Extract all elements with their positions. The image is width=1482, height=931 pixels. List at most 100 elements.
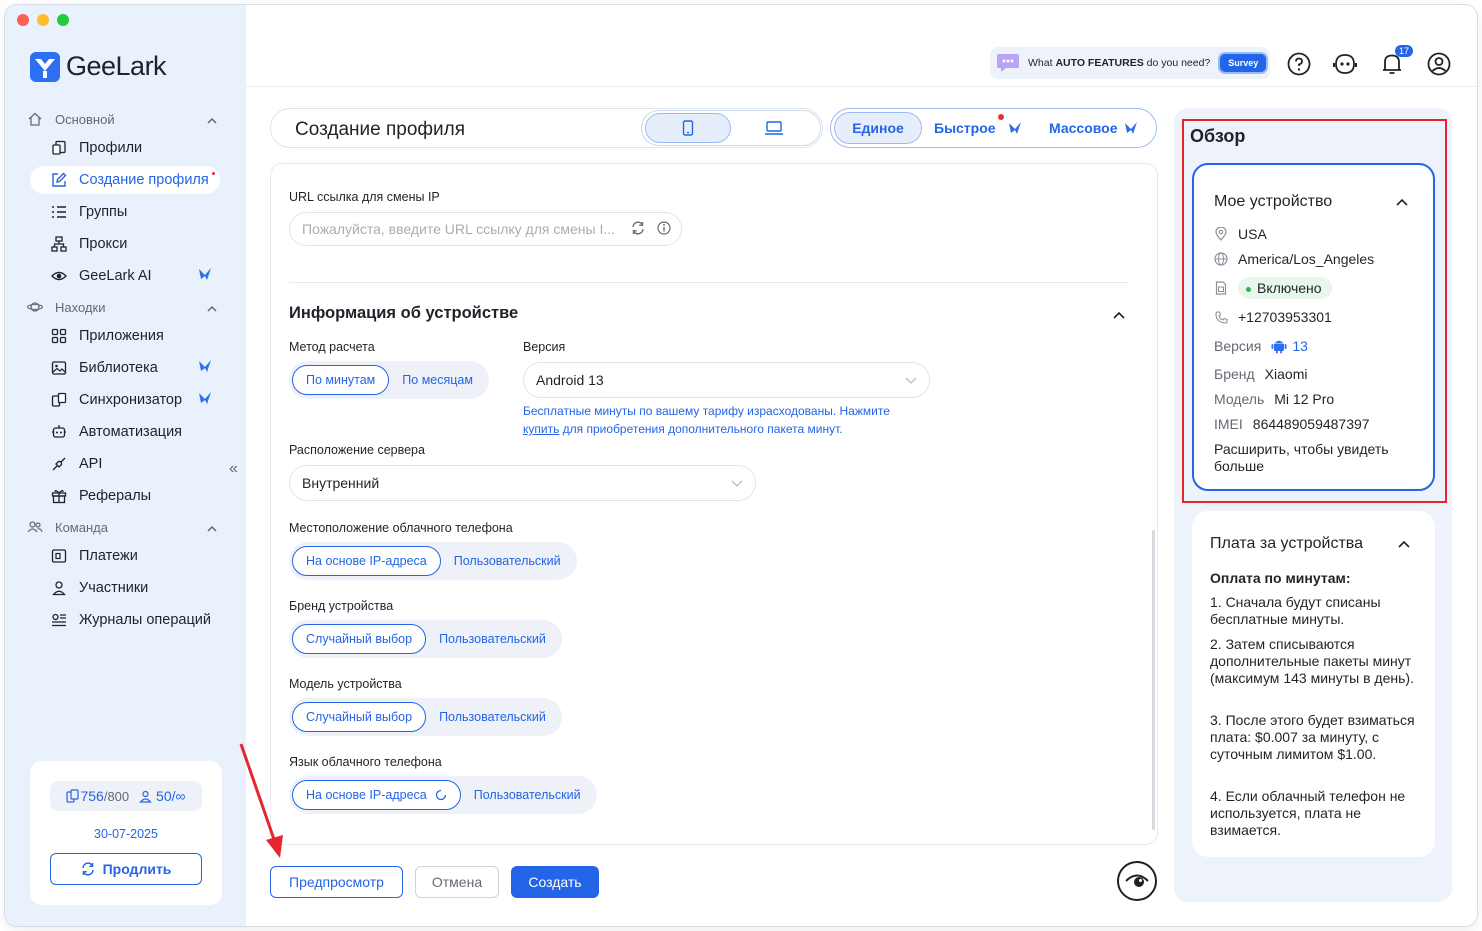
sidebar-item-label: Библиотека — [79, 360, 158, 376]
creation-mode-toggle: Единое Быстрое Массовое — [830, 108, 1157, 148]
chevron-up-icon[interactable] — [1396, 193, 1408, 209]
device-info-title: Информация об устройстве — [289, 304, 519, 322]
loading-icon — [435, 789, 446, 801]
brand-toggle: Случайный выбор Пользовательский — [289, 620, 562, 658]
renew-button[interactable]: Продлить — [50, 853, 202, 885]
help-icon[interactable] — [1286, 51, 1312, 77]
section-team[interactable]: Команда — [27, 519, 217, 535]
sidebar-item-label: Профили — [79, 140, 143, 156]
feature-badge-icon — [198, 267, 212, 285]
preview-button[interactable]: Предпросмотр — [270, 866, 403, 898]
sidebar-item-geelark-ai[interactable]: GeeLark AI — [30, 262, 220, 290]
location-ip-based[interactable]: На основе IP-адреса — [292, 546, 441, 576]
collapse-sidebar-icon[interactable]: « — [229, 460, 238, 478]
brand-random[interactable]: Случайный выбор — [292, 624, 427, 654]
survey-text: What AUTO FEATURES do you need? — [1028, 57, 1211, 69]
member-icon — [139, 790, 152, 803]
sidebar: GeeLark Основной Профили Создание профил… — [5, 5, 246, 926]
edit-icon — [50, 171, 68, 189]
billing-per-month[interactable]: По месяцам — [389, 365, 486, 395]
survey-banner[interactable]: What AUTO FEATURES do you need? Survey — [990, 47, 1270, 79]
model-label: Модель устройства — [289, 677, 402, 691]
brand-label: Бренд устройства — [289, 599, 394, 613]
minimize-window-button[interactable] — [37, 14, 49, 26]
sidebar-item-label: Прокси — [79, 236, 128, 252]
logs-icon — [50, 611, 68, 629]
logo[interactable]: GeeLark — [30, 51, 167, 82]
version-select[interactable]: Android 13 — [523, 362, 930, 398]
sidebar-item-create-profile[interactable]: Создание профиля — [30, 166, 220, 194]
sidebar-item-profiles[interactable]: Профили — [30, 134, 220, 162]
close-window-button[interactable] — [17, 14, 29, 26]
sidebar-item-apps[interactable]: Приложения — [30, 322, 220, 350]
ip-change-url-input[interactable]: Пожалуйста, введите URL ссылку для смены… — [289, 212, 682, 246]
api-plug-icon — [50, 455, 68, 473]
my-device-card: Мое устройство USA America/Los_Angeles В… — [1192, 163, 1435, 491]
url-placeholder: Пожалуйста, введите URL ссылку для смены… — [302, 221, 616, 237]
phone-type-option[interactable] — [645, 113, 731, 143]
billing-per-minute[interactable]: По минутам — [292, 365, 390, 395]
payments-icon — [50, 547, 68, 565]
laptop-type-option[interactable] — [731, 113, 817, 143]
refresh-icon[interactable] — [631, 221, 645, 235]
app-window: GeeLark Основной Профили Создание профил… — [5, 5, 1477, 926]
buy-link[interactable]: купить — [523, 422, 559, 436]
sidebar-item-referrals[interactable]: Рефералы — [30, 482, 220, 510]
section-main[interactable]: Основной — [27, 111, 217, 127]
gift-icon — [50, 487, 68, 505]
server-location-select[interactable]: Внутренний — [289, 465, 756, 501]
user-icon[interactable] — [1426, 51, 1452, 77]
survey-button[interactable]: Survey — [1220, 54, 1267, 72]
model-custom[interactable]: Пользовательский — [426, 702, 559, 732]
bell-icon[interactable]: 17 — [1379, 45, 1413, 77]
chevron-up-icon — [207, 300, 217, 315]
home-icon — [27, 111, 43, 127]
model-random[interactable]: Случайный выбор — [292, 702, 427, 732]
language-custom[interactable]: Пользовательский — [461, 780, 594, 810]
sidebar-item-label: Создание профиля — [79, 172, 209, 188]
laptop-icon — [765, 121, 783, 135]
sidebar-item-groups[interactable]: Группы — [30, 198, 220, 226]
version-label: Версия — [523, 340, 566, 354]
support-bot-icon[interactable] — [1332, 51, 1358, 77]
zoom-window-button[interactable] — [57, 14, 69, 26]
chevron-up-icon[interactable] — [1398, 535, 1410, 551]
sim-status-badge: Включено — [1238, 277, 1332, 299]
form-scrollbar[interactable] — [1152, 530, 1155, 830]
sidebar-item-operation-logs[interactable]: Журналы операций — [30, 606, 220, 634]
info-icon[interactable] — [657, 221, 671, 235]
ai-eye-icon — [1125, 874, 1149, 887]
language-label: Язык облачного телефона — [289, 755, 442, 769]
window-controls — [17, 14, 69, 26]
devices-icon — [66, 789, 80, 803]
create-button[interactable]: Создать — [511, 866, 599, 898]
fee-item: 4. Если облачный телефон не используется… — [1210, 788, 1406, 838]
sidebar-item-payments[interactable]: Платежи — [30, 542, 220, 570]
language-toggle: На основе IP-адреса Пользовательский — [289, 776, 597, 814]
sidebar-item-synchronizer[interactable]: Синхронизатор — [30, 386, 220, 414]
language-ip-based[interactable]: На основе IP-адреса — [292, 780, 461, 810]
feature-badge-icon — [198, 359, 212, 377]
brand-custom[interactable]: Пользовательский — [426, 624, 559, 654]
chevron-up-icon[interactable] — [1113, 306, 1125, 322]
sidebar-item-proxy[interactable]: Прокси — [30, 230, 220, 258]
expand-more-link[interactable]: Расширить, чтобы увидеть больше — [1214, 441, 1419, 475]
phone-icon — [682, 120, 694, 136]
profiles-icon — [50, 139, 68, 157]
feature-badge-icon — [198, 391, 212, 409]
mode-quick[interactable]: Быстрое — [934, 112, 1022, 144]
section-finds[interactable]: Находки — [27, 299, 217, 315]
sidebar-item-automation[interactable]: Автоматизация — [30, 418, 220, 446]
sidebar-item-members[interactable]: Участники — [30, 574, 220, 602]
mode-bulk[interactable]: Массовое — [1049, 112, 1138, 144]
sidebar-item-api[interactable]: API — [30, 450, 220, 478]
mode-single[interactable]: Единое — [834, 112, 922, 144]
sidebar-item-library[interactable]: Библиотека — [30, 354, 220, 382]
plan-expiry: 30-07-2025 — [94, 827, 158, 841]
server-label: Расположение сервера — [289, 443, 425, 457]
ai-assistant-button[interactable] — [1117, 861, 1157, 901]
location-custom[interactable]: Пользовательский — [441, 546, 574, 576]
cancel-button[interactable]: Отмена — [415, 866, 499, 898]
section-team-label: Команда — [55, 519, 108, 535]
annotation-arrow — [239, 743, 283, 858]
